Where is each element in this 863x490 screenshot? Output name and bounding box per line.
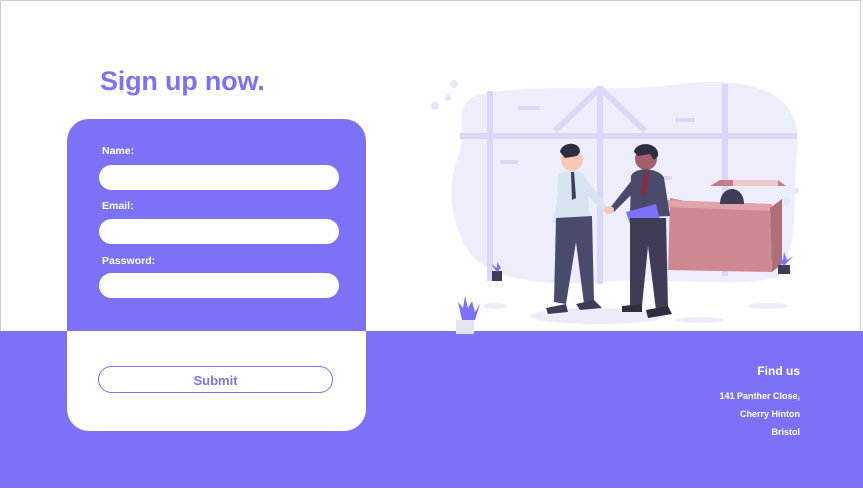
name-field[interactable] — [99, 165, 339, 190]
contact-info: Find us 141 Panther Close, Cherry Hinton… — [719, 364, 800, 441]
submit-button[interactable]: Submit — [98, 366, 333, 393]
email-label: Email: — [102, 200, 134, 212]
name-label: Name: — [102, 145, 135, 157]
page-title: Sign up now. — [100, 66, 265, 96]
email-field[interactable] — [99, 219, 339, 244]
password-field[interactable] — [99, 273, 339, 298]
address-line-3: Bristol — [771, 427, 800, 437]
address-line-2: Cherry Hinton — [739, 409, 800, 419]
address-line-1: 141 Panther Close, — [719, 391, 800, 401]
password-label: Password: — [102, 255, 156, 267]
find-us-heading: Find us — [757, 364, 800, 378]
business-handshake-illustration — [431, 80, 799, 334]
signup-card: Name: Email: Password: Submit — [67, 119, 366, 431]
